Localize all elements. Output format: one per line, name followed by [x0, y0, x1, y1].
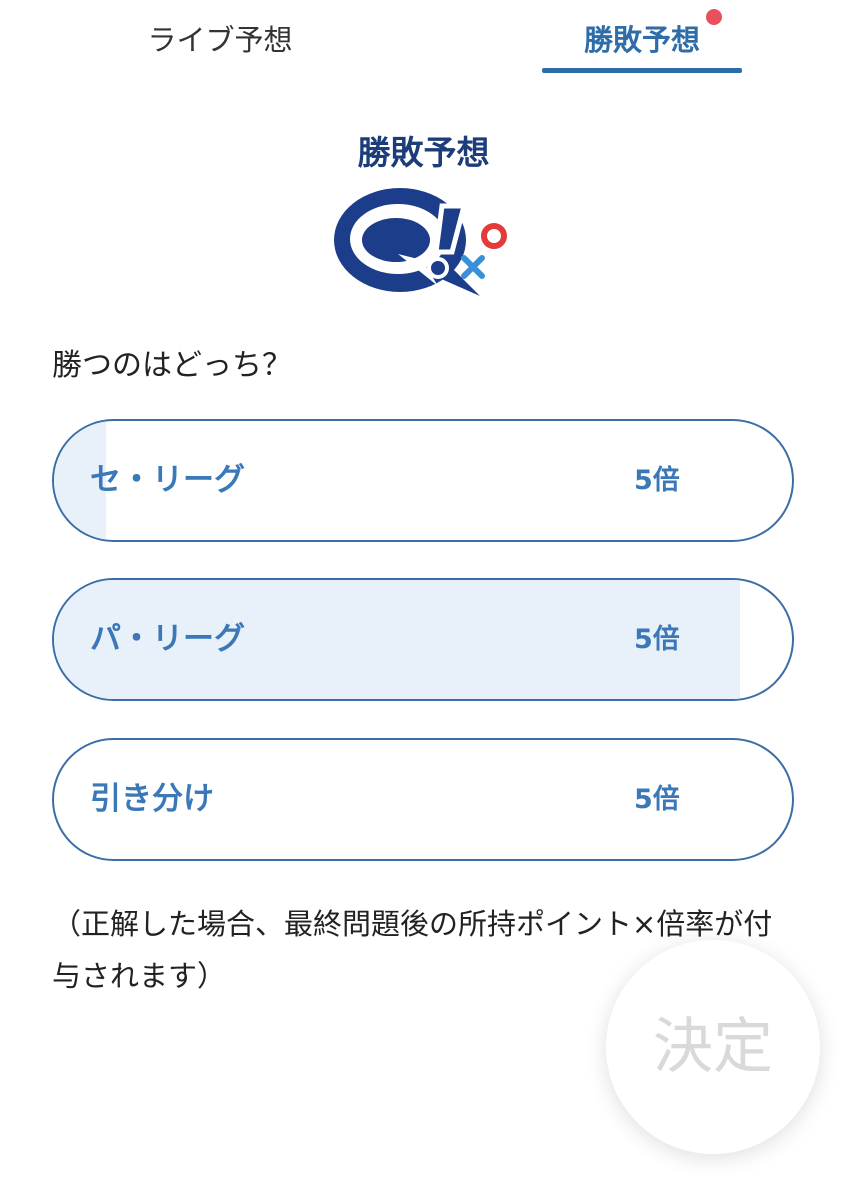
tab-match-prediction[interactable]: 勝敗予想: [542, 20, 742, 70]
option-pacific-league[interactable]: パ・リーグ 5倍: [52, 578, 794, 701]
tab-bar: ライブ予想 勝敗予想: [0, 0, 847, 76]
question-text: 勝つのはどっち？: [52, 348, 292, 383]
option-label: セ・リーグ: [90, 462, 245, 498]
notification-dot: [706, 9, 722, 25]
page-title: 勝敗予想: [357, 133, 490, 172]
decide-button[interactable]: 決定: [606, 940, 820, 1154]
option-label: 引き分け: [90, 781, 214, 817]
active-tab-indicator: [542, 68, 742, 73]
option-label: パ・リーグ: [90, 621, 245, 657]
option-odds: 5倍: [634, 784, 680, 815]
quiz-q-logo-icon: [334, 188, 507, 296]
option-odds: 5倍: [634, 624, 680, 655]
option-odds: 5倍: [634, 465, 680, 496]
page: ライブ予想 勝敗予想 勝敗予想 勝つのはどっち？ セ・リーグ 5倍 パ・リーグ …: [0, 0, 847, 1200]
option-draw[interactable]: 引き分け 5倍: [52, 738, 794, 861]
option-central-league[interactable]: セ・リーグ 5倍: [52, 419, 794, 542]
tab-live-prediction[interactable]: ライブ予想: [100, 20, 340, 70]
